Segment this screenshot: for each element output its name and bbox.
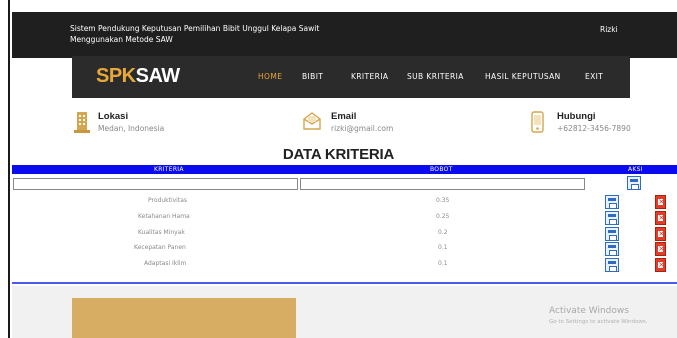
email-title: Email	[331, 111, 357, 122]
cell-kriteria: Kualitas Minyak	[138, 229, 185, 236]
bobot-input[interactable]	[300, 178, 585, 190]
hubungi-title: Hubungi	[557, 111, 596, 122]
cell-bobot: 0.1	[438, 244, 448, 251]
nav-sub-kriteria[interactable]: SUB KRITERIA	[407, 72, 464, 81]
cell-kriteria: Produktivitas	[148, 197, 187, 204]
activate-windows-subtitle: Go to Settings to activate Windows.	[549, 319, 648, 325]
nav-home[interactable]: HOME	[258, 72, 282, 81]
navbar: SPKSAW HOME BIBIT KRITERIA SUB KRITERIA …	[72, 56, 630, 98]
brand-logo[interactable]: SPKSAW	[96, 65, 180, 88]
cell-bobot: 0.35	[436, 197, 450, 204]
nav-hasil-keputusan[interactable]: HASIL KEPUTUSAN	[485, 72, 561, 81]
window-frame	[0, 0, 10, 338]
divider	[12, 282, 677, 284]
hubungi-value[interactable]: +62812-3456-7890	[557, 124, 631, 133]
delete-button[interactable]	[655, 211, 666, 225]
email-value[interactable]: rizki@gmail.com	[331, 124, 393, 133]
page-title: DATA KRITERIA	[282, 146, 395, 163]
cell-bobot: 0.2	[438, 229, 448, 236]
delete-button[interactable]	[655, 227, 666, 241]
activate-windows-title: Activate Windows	[549, 306, 629, 316]
nav-bibit[interactable]: BIBIT	[302, 72, 323, 81]
building-icon	[74, 112, 90, 133]
nav-exit[interactable]: EXIT	[585, 72, 603, 81]
delete-button[interactable]	[655, 258, 666, 272]
delete-button[interactable]	[655, 242, 666, 256]
add-save-button[interactable]	[627, 176, 641, 190]
footer-block	[72, 298, 296, 338]
lokasi-value: Medan, Indonesia	[98, 124, 165, 133]
column-header-kriteria: KRITERIA	[154, 166, 184, 173]
nav-kriteria[interactable]: KRITERIA	[351, 72, 388, 81]
cell-kriteria: Adaptasi Iklim	[144, 260, 187, 267]
delete-button[interactable]	[655, 195, 666, 209]
table-header: KRITERIA BOBOT AKSI	[12, 165, 677, 174]
lokasi-title: Lokasi	[98, 111, 129, 122]
save-button[interactable]	[605, 211, 619, 225]
phone-icon	[531, 111, 544, 133]
brand-part-saw: SAW	[135, 65, 181, 87]
mail-icon	[303, 112, 321, 130]
column-header-bobot: BOBOT	[430, 166, 453, 173]
cell-bobot: 0.1	[438, 260, 448, 267]
cell-kriteria: Ketahanan Hama	[138, 213, 190, 220]
kriteria-input[interactable]	[13, 178, 298, 190]
save-button[interactable]	[605, 242, 619, 256]
site-title: Sistem Pendukung Keputusan Pemilihan Bib…	[70, 24, 320, 44]
top-bar: Sistem Pendukung Keputusan Pemilihan Bib…	[12, 12, 677, 58]
save-button[interactable]	[605, 195, 619, 209]
save-button[interactable]	[605, 227, 619, 241]
save-button[interactable]	[605, 258, 619, 272]
user-name[interactable]: Rizki	[600, 25, 618, 34]
cell-bobot: 0.25	[436, 213, 450, 220]
brand-part-spk: SPK	[96, 65, 136, 87]
column-header-aksi: AKSI	[628, 166, 643, 173]
cell-kriteria: Kecepatan Panen	[134, 244, 186, 251]
